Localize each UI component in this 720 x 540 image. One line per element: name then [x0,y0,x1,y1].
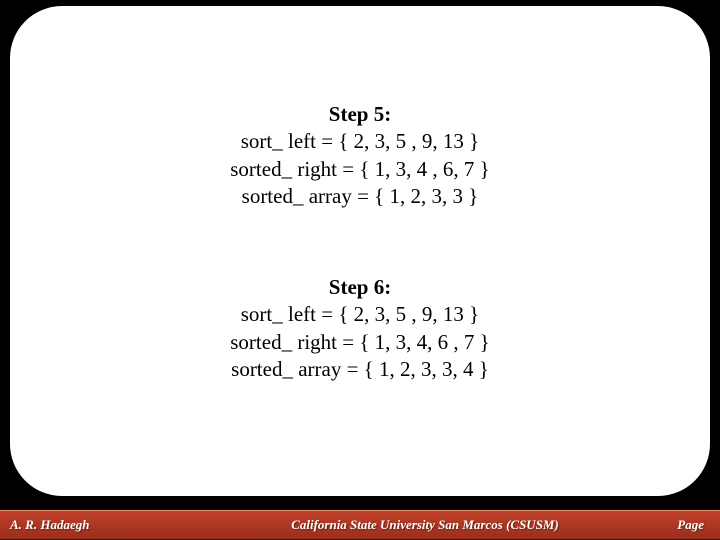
step6-line2: sorted_ right = { 1, 3, 4, 6 , 7 } [10,329,710,356]
step5-line1: sort_ left = { 2, 3, 5 , 9, 13 } [10,128,710,155]
spacer [10,210,710,274]
step6-line1: sort_ left = { 2, 3, 5 , 9, 13 } [10,301,710,328]
footer-page-label: Page [650,517,720,533]
slide-content: Step 5: sort_ left = { 2, 3, 5 , 9, 13 }… [10,101,710,383]
footer-institution: California State University San Marcos (… [200,517,650,533]
footer-author: A. R. Hadaegh [0,517,200,533]
slide-card: Step 5: sort_ left = { 2, 3, 5 , 9, 13 }… [10,6,710,496]
step5-line2: sorted_ right = { 1, 3, 4 , 6, 7 } [10,156,710,183]
step5-title: Step 5: [10,101,710,128]
footer-bar: A. R. Hadaegh California State Universit… [0,510,720,540]
step6-line3: sorted_ array = { 1, 2, 3, 3, 4 } [10,356,710,383]
step6-title: Step 6: [10,274,710,301]
step5-line3: sorted_ array = { 1, 2, 3, 3 } [10,183,710,210]
